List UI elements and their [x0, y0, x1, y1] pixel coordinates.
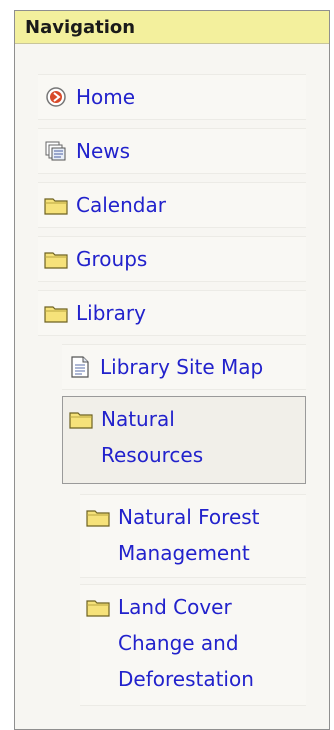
- nav-item-library-site-map[interactable]: Library Site Map: [62, 344, 306, 390]
- nav-item-label: Calendar: [76, 193, 166, 217]
- nav-item-land-cover-change-and-deforestation[interactable]: Land Cover Change and Deforestation: [80, 584, 306, 706]
- nav-item-natural-forest-management[interactable]: Natural Forest Management: [80, 494, 306, 578]
- nav-item-label: Library: [76, 301, 146, 325]
- home-icon: [44, 86, 68, 108]
- nav-item-label: Groups: [76, 247, 148, 271]
- nav-item-library[interactable]: Library: [38, 290, 306, 336]
- news-icon: [44, 140, 68, 162]
- nav-item-label: Land Cover Change and Deforestation: [118, 595, 254, 691]
- folder-icon: [44, 194, 68, 216]
- nav-item-label: Natural Forest Management: [118, 505, 260, 565]
- nav-item-news[interactable]: News: [38, 128, 306, 174]
- nav-item-home[interactable]: Home: [38, 74, 306, 120]
- nav-item-calendar[interactable]: Calendar: [38, 182, 306, 228]
- folder-icon: [86, 506, 110, 528]
- nav-item-groups[interactable]: Groups: [38, 236, 306, 282]
- nav-item-natural-resources[interactable]: Natural Resources: [62, 396, 306, 484]
- folder-icon: [69, 408, 93, 430]
- portlet-title: Navigation: [25, 17, 136, 38]
- nav-item-label: News: [76, 139, 131, 163]
- folder-icon: [44, 302, 68, 324]
- folder-icon: [44, 248, 68, 270]
- folder-icon: [86, 596, 110, 618]
- nav-item-label: Natural Resources: [101, 407, 204, 467]
- nav-item-label: Home: [76, 85, 136, 109]
- nav-item-label: Library Site Map: [100, 355, 264, 379]
- portlet-header-navigation: Navigation: [15, 11, 329, 44]
- document-icon: [68, 356, 92, 378]
